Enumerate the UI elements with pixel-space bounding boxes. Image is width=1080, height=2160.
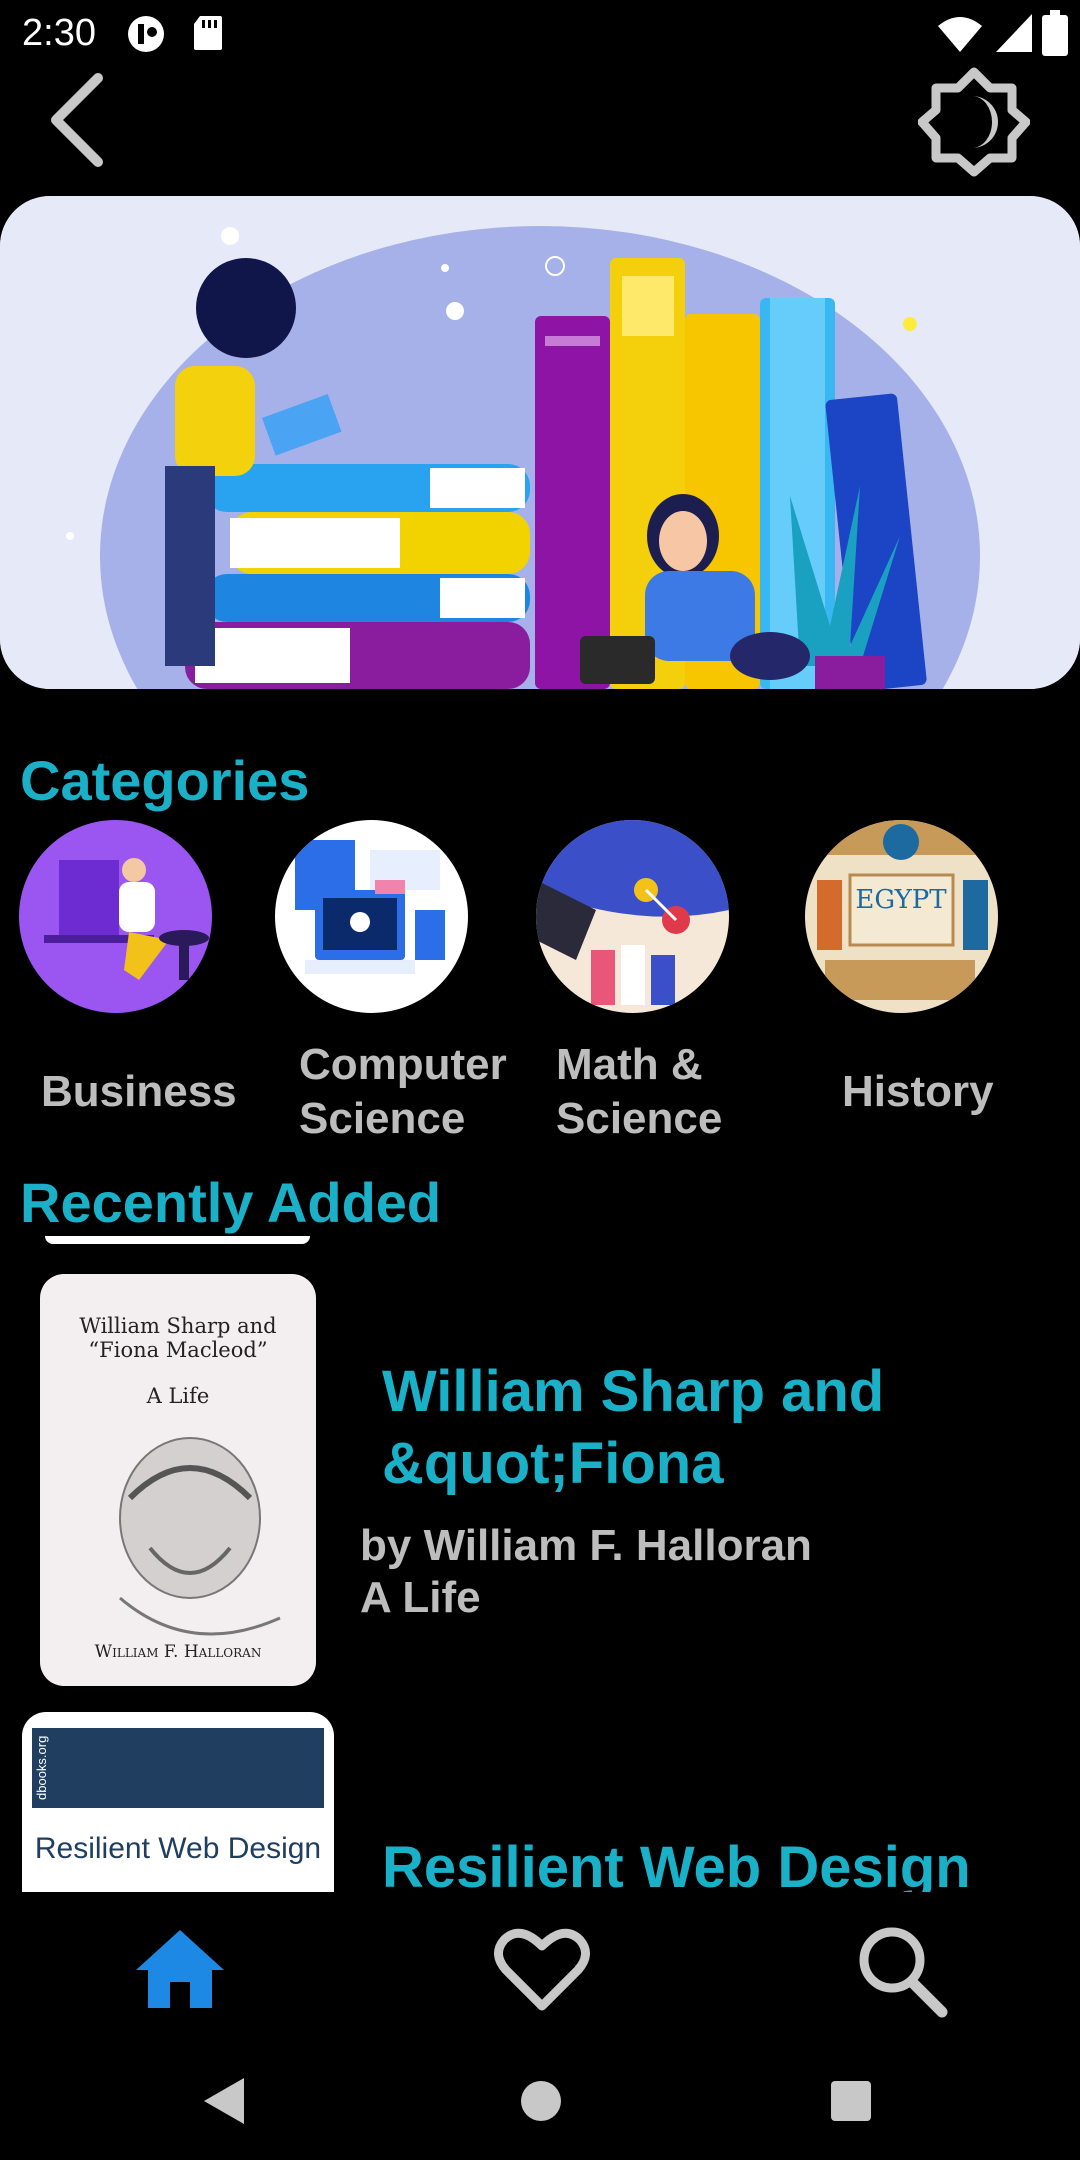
book-title[interactable]: Resilient Web Design: [382, 1832, 971, 1892]
previous-book-cover-edge: [45, 1236, 310, 1244]
math-science-illustration: [536, 820, 729, 1013]
wifi-icon: [938, 17, 982, 52]
sd-card-icon: [194, 16, 222, 50]
signal-icon: [996, 14, 1032, 52]
category-label-business[interactable]: Business: [41, 1065, 237, 1119]
category-business-image[interactable]: [19, 820, 212, 1013]
status-time: 2:30: [22, 12, 96, 54]
book-title[interactable]: William Sharp and &quot;Fiona: [382, 1356, 884, 1500]
computer-science-illustration: [275, 820, 468, 1013]
heart-icon: [494, 1928, 590, 2011]
battery-icon: [1042, 10, 1068, 56]
category-label-computer-science[interactable]: Computer Science: [299, 1038, 507, 1146]
categories-heading: Categories: [20, 749, 310, 812]
system-recents-icon[interactable]: [830, 2080, 872, 2122]
category-computer-science-image[interactable]: [275, 820, 468, 1013]
system-navigation-bar: [0, 2042, 1080, 2160]
theme-toggle-button[interactable]: [917, 66, 1031, 178]
hero-banner: [0, 196, 1080, 689]
author-portrait: [119, 1437, 281, 1636]
search-icon: [859, 1927, 948, 2018]
library-illustration: [0, 196, 1080, 689]
book-list-item[interactable]: dbooks.org Resilient Web Design Resilien…: [0, 1712, 1080, 1892]
home-icon: [136, 1930, 224, 2008]
nav-search-button[interactable]: [852, 1922, 952, 2018]
egypt-text: EGYPT: [855, 885, 947, 915]
back-arrow-icon: [51, 73, 103, 167]
recently-added-heading: Recently Added: [20, 1171, 442, 1234]
cover-band: [32, 1728, 324, 1808]
book-author: by William F. Halloran: [360, 1521, 812, 1570]
bottom-navigation: [0, 1892, 1080, 2042]
book-list-item[interactable]: William Sharp and “Fiona Macleod” A Life…: [0, 1270, 1080, 1690]
book-cover: dbooks.org Resilient Web Design: [22, 1712, 334, 1892]
status-bar: 2:30: [0, 0, 1080, 66]
sync-icon: [128, 16, 164, 52]
history-illustration: EGYPT: [805, 820, 998, 1013]
category-label-history[interactable]: History: [842, 1065, 994, 1119]
category-label-math-science[interactable]: Math & Science: [556, 1038, 722, 1146]
category-math-science-image[interactable]: [536, 820, 729, 1013]
system-back-icon[interactable]: [202, 2076, 246, 2126]
book-cover: William Sharp and “Fiona Macleod” A Life…: [40, 1274, 316, 1686]
system-home-icon[interactable]: [520, 2080, 562, 2122]
nav-favorites-button[interactable]: [492, 1922, 592, 2016]
nav-home-button[interactable]: [130, 1924, 230, 2014]
brightness-icon: [917, 67, 1031, 177]
category-history-image[interactable]: EGYPT: [805, 820, 998, 1013]
book-subtitle: A Life: [360, 1573, 481, 1622]
back-button[interactable]: [40, 70, 120, 170]
business-illustration: [19, 820, 212, 1013]
